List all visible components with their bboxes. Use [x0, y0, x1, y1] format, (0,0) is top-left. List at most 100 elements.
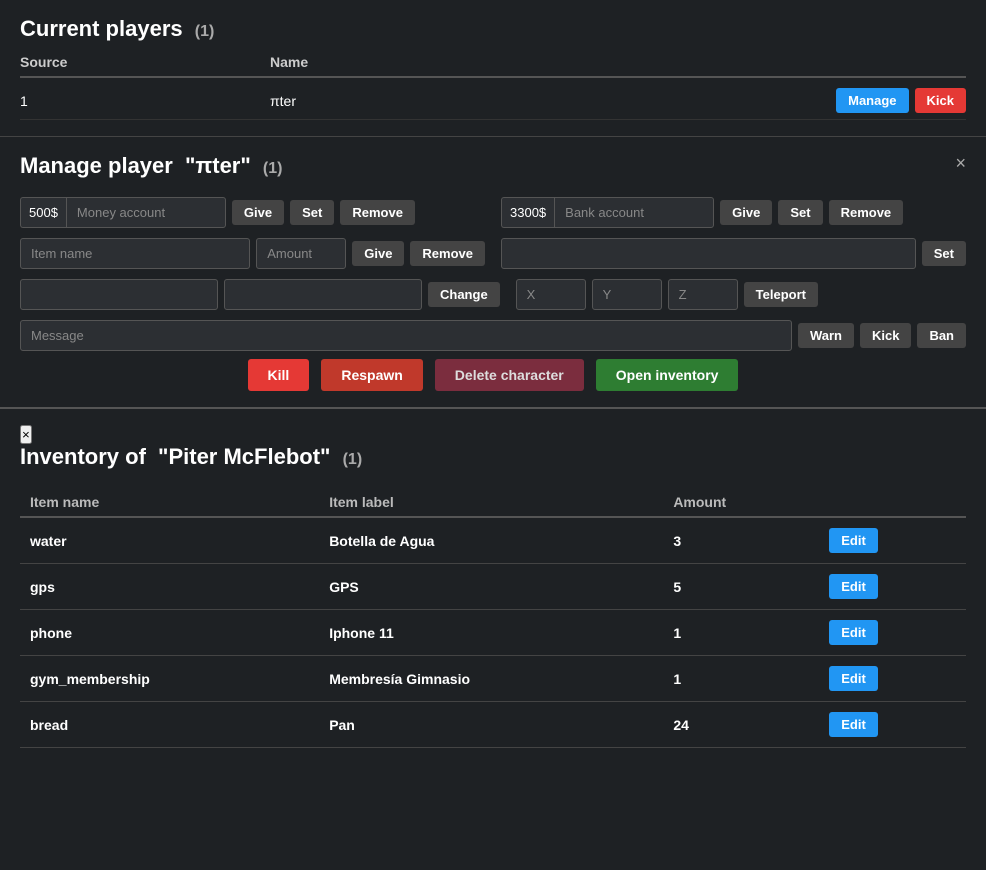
- bank-input-group: 3300$: [501, 197, 714, 228]
- inventory-item-amount-2: 1: [663, 610, 819, 656]
- money-give-button[interactable]: Give: [232, 200, 284, 225]
- header-item-label: Item label: [319, 488, 663, 517]
- inventory-item-name-4: bread: [20, 702, 319, 748]
- inventory-table: Item name Item label Amount water Botell…: [20, 488, 966, 748]
- player-source: 1: [20, 93, 270, 109]
- item-name-input[interactable]: [20, 238, 250, 269]
- money-account-row: 500$ Give Set Remove: [20, 197, 485, 228]
- admin-role-row: superadmin Set: [501, 238, 966, 269]
- teleport-button[interactable]: Teleport: [744, 282, 818, 307]
- bank-set-button[interactable]: Set: [778, 200, 822, 225]
- player-actions: Manage Kick: [836, 88, 966, 113]
- header-amount: Amount: [663, 488, 819, 517]
- delete-char-button[interactable]: Delete character: [435, 359, 584, 391]
- warn-button[interactable]: Warn: [798, 323, 854, 348]
- inventory-edit-button-1[interactable]: Edit: [829, 574, 878, 599]
- inventory-header-row: Item name Item label Amount: [20, 488, 966, 517]
- kick-button[interactable]: Kick: [915, 88, 966, 113]
- manage-player-title: Manage player "πter" (1): [20, 153, 966, 179]
- first-name-input[interactable]: Piter: [20, 279, 218, 310]
- table-row: 1 πter Manage Kick: [20, 82, 966, 120]
- inventory-item-label-3: Membresía Gimnasio: [319, 656, 663, 702]
- inventory-item-name-3: gym_membership: [20, 656, 319, 702]
- inventory-item-amount-3: 1: [663, 656, 819, 702]
- inventory-item-actions-4: Edit: [819, 702, 966, 748]
- header-actions: [819, 488, 966, 517]
- item-row: Give Remove: [20, 238, 485, 269]
- inventory-item-actions-0: Edit: [819, 517, 966, 564]
- item-remove-button[interactable]: Remove: [410, 241, 485, 266]
- inventory-item-actions-3: Edit: [819, 656, 966, 702]
- admin-role-input[interactable]: superadmin: [501, 238, 916, 269]
- inventory-close-button[interactable]: ×: [20, 425, 32, 444]
- bank-remove-button[interactable]: Remove: [829, 200, 904, 225]
- inventory-item-amount-0: 3: [663, 517, 819, 564]
- inventory-row: water Botella de Agua 3 Edit: [20, 517, 966, 564]
- message-row: Warn Kick Ban: [20, 320, 966, 351]
- current-players-title-text: Current players: [20, 16, 183, 41]
- bank-account-input[interactable]: [554, 197, 714, 228]
- item-give-button[interactable]: Give: [352, 241, 404, 266]
- bank-give-button[interactable]: Give: [720, 200, 772, 225]
- inventory-row: gym_membership Membresía Gimnasio 1 Edit: [20, 656, 966, 702]
- item-admin-row: Give Remove superadmin Set: [20, 238, 966, 269]
- header-source: Source: [20, 54, 270, 70]
- inventory-item-label-2: Iphone 11: [319, 610, 663, 656]
- inventory-edit-button-2[interactable]: Edit: [829, 620, 878, 645]
- money-amount: 500$: [20, 197, 66, 228]
- name-teleport-row: Piter McFlebot Change Teleport: [20, 279, 966, 310]
- header-name: Name: [270, 54, 966, 70]
- table-header: Source Name: [20, 54, 966, 78]
- inventory-section: × Inventory of "Piter McFlebot" (1) Item…: [0, 409, 986, 764]
- inventory-item-label-4: Pan: [319, 702, 663, 748]
- inventory-edit-button-3[interactable]: Edit: [829, 666, 878, 691]
- teleport-y-input[interactable]: [592, 279, 662, 310]
- inventory-item-actions-1: Edit: [819, 564, 966, 610]
- current-players-title: Current players (1): [20, 16, 966, 42]
- kick-button-manage[interactable]: Kick: [860, 323, 911, 348]
- ban-button[interactable]: Ban: [917, 323, 966, 348]
- inventory-row: phone Iphone 11 1 Edit: [20, 610, 966, 656]
- inventory-row: gps GPS 5 Edit: [20, 564, 966, 610]
- inventory-edit-button-0[interactable]: Edit: [829, 528, 878, 553]
- item-amount-input[interactable]: [256, 238, 346, 269]
- inventory-item-amount-4: 24: [663, 702, 819, 748]
- teleport-x-input[interactable]: [516, 279, 586, 310]
- action-buttons-row: Kill Respawn Delete character Open inven…: [20, 359, 966, 391]
- respawn-button[interactable]: Respawn: [321, 359, 422, 391]
- inventory-item-label-1: GPS: [319, 564, 663, 610]
- manage-button[interactable]: Manage: [836, 88, 908, 113]
- current-players-count: (1): [195, 23, 215, 40]
- teleport-z-input[interactable]: [668, 279, 738, 310]
- money-account-input[interactable]: [66, 197, 226, 228]
- inventory-edit-button-4[interactable]: Edit: [829, 712, 878, 737]
- open-inventory-button[interactable]: Open inventory: [596, 359, 739, 391]
- inventory-item-name-2: phone: [20, 610, 319, 656]
- teleport-row: Teleport: [516, 279, 966, 310]
- inventory-item-label-0: Botella de Agua: [319, 517, 663, 564]
- message-input[interactable]: [20, 320, 792, 351]
- header-item-name: Item name: [20, 488, 319, 517]
- name-change-button[interactable]: Change: [428, 282, 500, 307]
- manage-player-section: × Manage player "πter" (1) 500$ Give Set…: [0, 137, 986, 409]
- bank-amount: 3300$: [501, 197, 554, 228]
- inventory-title: Inventory of "Piter McFlebot" (1): [20, 444, 966, 470]
- inventory-row: bread Pan 24 Edit: [20, 702, 966, 748]
- money-set-button[interactable]: Set: [290, 200, 334, 225]
- current-players-section: Current players (1) Source Name 1 πter M…: [0, 0, 986, 137]
- last-name-input[interactable]: McFlebot: [224, 279, 422, 310]
- inventory-item-actions-2: Edit: [819, 610, 966, 656]
- inventory-item-amount-1: 5: [663, 564, 819, 610]
- bank-account-row: 3300$ Give Set Remove: [501, 197, 966, 228]
- inventory-item-name-1: gps: [20, 564, 319, 610]
- kill-button[interactable]: Kill: [248, 359, 310, 391]
- finance-row: 500$ Give Set Remove 3300$ Give Set Remo…: [20, 197, 966, 228]
- money-remove-button[interactable]: Remove: [340, 200, 415, 225]
- inventory-item-name-0: water: [20, 517, 319, 564]
- players-table: Source Name 1 πter Manage Kick: [20, 54, 966, 120]
- admin-role-set-button[interactable]: Set: [922, 241, 966, 266]
- name-row: Piter McFlebot Change: [20, 279, 500, 310]
- player-name: πter: [270, 93, 836, 109]
- money-input-group: 500$: [20, 197, 226, 228]
- manage-close-button[interactable]: ×: [955, 153, 966, 174]
